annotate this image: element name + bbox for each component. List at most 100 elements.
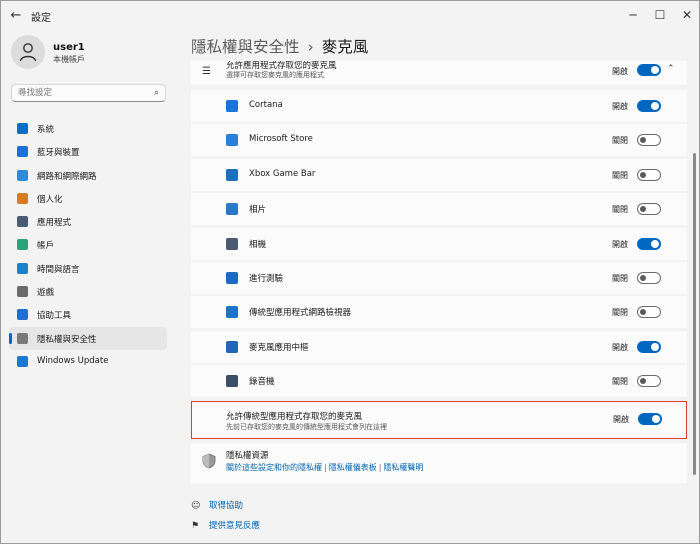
sidebar-item-label: 帳戶 <box>37 241 55 252</box>
sidebar-item[interactable]: 個人化 <box>9 187 167 210</box>
app-row[interactable]: 傳統型應用程式網路檢視器 關閉 <box>191 296 687 329</box>
scrollbar[interactable] <box>693 153 696 475</box>
app-toggle[interactable] <box>637 375 661 388</box>
desktop-apps-state: 開啟 <box>613 415 629 424</box>
app-state: 開啟 <box>612 342 628 352</box>
app-icon <box>226 272 238 284</box>
app-state: 關閉 <box>612 274 628 283</box>
app-row[interactable]: Cortana 開啟 <box>191 90 687 122</box>
search-box[interactable]: ⌕ <box>11 84 166 102</box>
link-separator: | <box>324 463 327 472</box>
app-toggle[interactable] <box>637 100 661 112</box>
app-icon <box>226 168 238 181</box>
app-row[interactable]: 麥克風應用中樞 開啟 <box>191 330 687 363</box>
app-name: 進行測驗 <box>249 274 284 284</box>
sidebar-item-label: 系統 <box>37 125 55 135</box>
chevron-up-icon[interactable]: ⌃ <box>667 64 675 74</box>
sidebar-item[interactable]: 帳戶 <box>9 233 167 256</box>
settings-window: ← 設定 ─ ☐ ✕ user1 本機帳戶 ⌕ 系統藍牙與裝置網路和網際網路個人… <box>0 0 700 544</box>
avatar[interactable] <box>11 35 45 69</box>
privacy-statement-link[interactable]: 隱私權聲明 <box>383 463 423 472</box>
feedback-label: 提供意見反應 <box>209 521 261 531</box>
page-title: 麥克風 <box>321 38 369 56</box>
link-separator: | <box>378 463 382 472</box>
app-name: Microsoft Store <box>249 134 313 145</box>
app-row[interactable]: 相片 關閉 <box>191 193 687 226</box>
minimize-button[interactable]: ─ <box>621 5 645 25</box>
app-row[interactable]: 錄音機 關閉 <box>191 365 687 398</box>
privacy-dashboard-link[interactable]: 隱私權儀表板 <box>329 463 377 472</box>
sidebar-item[interactable]: 系統 <box>9 117 167 140</box>
feedback-link[interactable]: ⚑ 提供意見反應 <box>191 519 260 531</box>
globe-clock-icon <box>17 262 28 274</box>
update-icon <box>17 355 28 367</box>
apps-access-toggle[interactable] <box>637 64 661 76</box>
app-state: 開啟 <box>612 239 628 249</box>
shield-icon <box>202 453 216 469</box>
sidebar-item-label: 網路和網際網路 <box>37 171 97 182</box>
sidebar-item[interactable]: 遊戲 <box>9 280 167 303</box>
privacy-resources-row: 隱私權資源 關於這些設定和你的隱私權 | 隱私權儀表板 | 隱私權聲明 <box>191 443 687 483</box>
desktop-apps-toggle[interactable] <box>638 413 662 425</box>
sidebar-item-label: 隱私權與安全性 <box>37 334 97 345</box>
app-toggle[interactable] <box>637 306 661 319</box>
sidebar-item[interactable]: Windows Update <box>9 350 167 373</box>
sidebar-item-label: Windows Update <box>37 355 109 366</box>
desktop-apps-access-row[interactable]: 允許傳統型應用程式存取您的麥克風 先前已存取您的麥克風的傳統型應用程式會列在這裡… <box>191 401 687 439</box>
user-name: user1 <box>53 42 85 53</box>
app-toggle[interactable] <box>637 272 661 284</box>
monitor-icon <box>17 123 28 134</box>
help-icon: ☺ <box>191 501 201 511</box>
app-name: 錄音機 <box>249 377 275 388</box>
app-toggle[interactable] <box>637 168 661 181</box>
feedback-icon: ⚑ <box>191 521 200 531</box>
app-state: 關閉 <box>612 308 628 318</box>
search-icon[interactable]: ⌕ <box>154 88 159 98</box>
sidebar-item[interactable]: 協助工具 <box>9 303 167 326</box>
app-row[interactable]: 相機 開啟 <box>191 227 687 260</box>
maximize-button[interactable]: ☐ <box>648 5 672 25</box>
breadcrumb-separator: › <box>307 38 314 56</box>
sidebar-item-label: 藍牙與裝置 <box>37 148 80 159</box>
brush-icon <box>17 192 28 204</box>
privacy-resources-links: 關於這些設定和你的隱私權 | 隱私權儀表板 | 隱私權聲明 <box>226 462 423 473</box>
app-toggle[interactable] <box>637 340 661 353</box>
gamepad-icon <box>17 286 28 298</box>
app-icon <box>226 134 238 147</box>
app-icon <box>226 340 238 353</box>
sidebar-item-label: 協助工具 <box>37 311 72 322</box>
person-icon <box>19 43 37 62</box>
app-name: 相機 <box>249 239 267 250</box>
get-help-link[interactable]: ☺ 取得協助 <box>191 499 243 511</box>
app-row[interactable]: 進行測驗 關閉 <box>191 262 687 294</box>
accessibility-icon <box>17 309 28 321</box>
app-row[interactable]: Xbox Game Bar 關閉 <box>191 158 687 191</box>
search-input[interactable] <box>18 87 146 99</box>
back-button[interactable]: ← <box>7 7 25 25</box>
app-state: 開啟 <box>612 102 628 111</box>
app-toggle[interactable] <box>637 237 661 250</box>
sidebar-item[interactable]: 時間與語言 <box>9 257 167 280</box>
apps-access-state: 開啟 <box>612 67 628 76</box>
sidebar-item[interactable]: 隱私權與安全性 <box>9 326 167 350</box>
bluetooth-icon <box>17 146 28 158</box>
app-icon <box>226 306 238 319</box>
apps-access-header[interactable]: ☰ 允許應用程式存取您的麥克風 選擇可存取您麥克風的應用程式 開啟 ⌃ <box>191 61 687 85</box>
app-icon <box>226 375 238 388</box>
app-row[interactable]: Microsoft Store 關閉 <box>191 124 687 157</box>
app-icon <box>226 237 238 250</box>
sidebar-item[interactable]: 應用程式 <box>9 210 167 233</box>
app-name: Xbox Game Bar <box>249 168 316 179</box>
app-state: 關閉 <box>612 377 628 387</box>
sidebar-item[interactable]: 網路和網際網路 <box>9 164 167 187</box>
privacy-settings-link[interactable]: 關於這些設定和你的隱私權 <box>226 463 322 472</box>
apps-icon <box>17 216 28 228</box>
app-toggle[interactable] <box>637 203 661 216</box>
app-toggle[interactable] <box>637 134 661 147</box>
breadcrumb-parent[interactable]: 隱私權與安全性 <box>191 38 300 56</box>
content-area: ☰ 允許應用程式存取您的麥克風 選擇可存取您麥克風的應用程式 開啟 ⌃ Cort… <box>191 61 687 483</box>
person-icon <box>17 239 28 251</box>
sidebar-item[interactable]: 藍牙與裝置 <box>9 140 167 163</box>
close-button[interactable]: ✕ <box>675 5 699 25</box>
app-state: 關閉 <box>612 136 628 146</box>
